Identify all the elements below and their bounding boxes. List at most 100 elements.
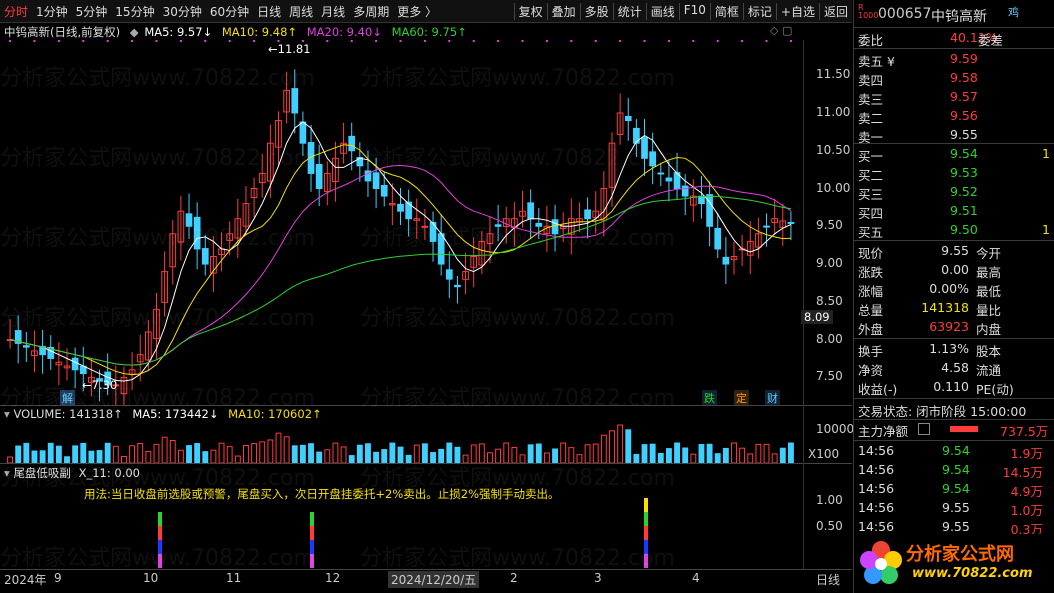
event-mark-finance[interactable]: 财 [765, 390, 780, 406]
stat-row: 净资 4.58 流通 [858, 360, 1051, 378]
buy-row[interactable]: 买四 9.51 [858, 203, 1051, 221]
tool-button-3[interactable]: 统计 [612, 2, 646, 20]
tick-price: 9.54 [942, 443, 970, 458]
volume-bar [72, 445, 79, 463]
signal-dot [716, 40, 719, 42]
volume-bar [299, 444, 306, 463]
volume-bar [682, 447, 689, 463]
buy-row[interactable]: 买五 9.50 1 [858, 222, 1051, 240]
stat-label-right: 股本 [976, 344, 1002, 359]
period-tab-4[interactable]: 30分钟 [159, 3, 206, 20]
signal-dot [423, 40, 426, 42]
period-tab-7[interactable]: 周线 [285, 3, 317, 20]
stock-code: 000657 [878, 6, 932, 22]
order-label: 买三 [858, 187, 884, 202]
period-tab-6[interactable]: 日线 [253, 3, 285, 20]
order-price: 9.54 [950, 146, 978, 161]
tool-button-8[interactable]: +自选 [775, 2, 819, 20]
volume-bar [243, 444, 249, 463]
buy-row[interactable]: 买三 9.52 [858, 184, 1051, 202]
price-tick: 7.50 [816, 369, 843, 384]
candle-body [397, 203, 404, 212]
volume-bar [194, 443, 201, 463]
tool-button-4[interactable]: 画线 [645, 2, 679, 20]
tool-button-6[interactable]: 简框 [709, 2, 743, 20]
signal-dot [82, 40, 85, 42]
stat-row: 外盘 63923 内盘 [858, 319, 1051, 337]
signal-dot [448, 40, 451, 42]
signal-dot [131, 40, 134, 42]
tool-button-5[interactable]: F10 [678, 2, 710, 20]
stat-label-right: 最低 [976, 284, 1002, 299]
volume-bar [787, 442, 794, 463]
candle-body [681, 185, 689, 197]
chart-title: 中钨高新(日线,前复权) [4, 25, 121, 39]
tool-button-7[interactable]: 标记 [742, 2, 776, 20]
volume-bar [438, 448, 445, 463]
event-mark-fixed[interactable]: 定 [734, 390, 749, 406]
ma5-label: MA5: 9.57↓ [144, 25, 213, 39]
candle-body [291, 88, 299, 114]
sell-row[interactable]: 卖四 9.58 [858, 70, 1051, 88]
period-tab-5[interactable]: 60分钟 [206, 3, 253, 20]
tool-button-9[interactable]: 返回 [818, 2, 852, 20]
period-tab-10[interactable]: 更多 〉 [393, 3, 441, 20]
table-icon[interactable] [918, 423, 930, 435]
tick-row: 14:56 9.54 14.5万 [858, 462, 1051, 480]
sell-row[interactable]: 卖二 9.56 [858, 108, 1051, 126]
event-mark-unlock[interactable]: 解 [60, 390, 75, 406]
volume-bar [665, 448, 672, 463]
period-tab-9[interactable]: 多周期 [349, 3, 393, 20]
buy-row[interactable]: 买一 9.54 1 [858, 146, 1051, 164]
period-tab-0[interactable]: 分时 [0, 3, 32, 20]
candle-body [722, 256, 730, 265]
stock-header: R 1000 000657 中钨高新 鸡 [858, 3, 1019, 26]
sell-row[interactable]: 卖五 ¥ 9.59 [858, 51, 1051, 69]
period-tab-3[interactable]: 15分钟 [111, 3, 158, 20]
event-mark-drop[interactable]: 跌 [702, 390, 717, 406]
volume-bar [478, 443, 485, 463]
buy-row[interactable]: 买二 9.53 [858, 165, 1051, 183]
quote-panel: R 1000 000657 中钨高新 鸡 委比 40.11% 委差 卖五 ¥ 9.5… [853, 0, 1054, 593]
period-tabs: 分时 1分钟 5分钟 15分钟 30分钟 60分钟 日线 周线 月线 多周期 更多 〉 [0, 3, 441, 20]
candle-body [787, 221, 795, 224]
signal-dot [326, 40, 329, 42]
volume-bar [324, 449, 331, 463]
indicator-chart[interactable] [0, 478, 803, 568]
volume-bar [96, 450, 103, 463]
price-tick: 10.00 [816, 180, 851, 195]
main-flow-bar [950, 426, 978, 432]
volume-bar [405, 454, 412, 463]
volume-bar [714, 453, 721, 463]
order-price: 9.56 [950, 108, 978, 123]
order-label: 买四 [858, 206, 884, 221]
stat-label: 涨跌 [858, 265, 884, 280]
volume-bar [731, 442, 737, 463]
candle-body [551, 219, 559, 235]
volume-ma10-label: MA10: 170602↑ [228, 407, 322, 421]
collapse-icon[interactable]: ◆ [130, 25, 139, 39]
signal-bar [310, 554, 314, 568]
sell-row[interactable]: 卖三 9.57 [858, 89, 1051, 107]
period-tab-8[interactable]: 月线 [317, 3, 349, 20]
period-tab-2[interactable]: 5分钟 [72, 3, 112, 20]
stat-label-right: PE(动) [976, 382, 1014, 397]
tool-button-0[interactable]: 复权 [513, 2, 547, 20]
tool-button-1[interactable]: 叠加 [546, 2, 580, 20]
collapse-icon[interactable]: ▾ [4, 407, 10, 421]
volume-label: VOLUME: 141318↑ [13, 407, 123, 421]
period-label[interactable]: 日线 [816, 571, 840, 588]
volume-chart[interactable] [0, 420, 803, 463]
main-flow-row[interactable]: 主力净额 737.5万 [858, 421, 1051, 439]
stat-row: 涨幅 0.00% 最低 [858, 281, 1051, 299]
stat-value: 4.58 [941, 360, 969, 375]
stat-label-right: 流通 [976, 363, 1002, 378]
period-tab-1[interactable]: 1分钟 [32, 3, 72, 20]
price-tick: 11.50 [816, 67, 851, 82]
toolbar: 分时 1分钟 5分钟 15分钟 30分钟 60分钟 日线 周线 月线 多周期 更多 〉 复权 叠加 多股… [0, 0, 852, 23]
chart-options-icon[interactable]: ◇ ▢ [770, 24, 792, 37]
candle-body [657, 172, 665, 175]
candlestick-chart[interactable] [0, 40, 852, 405]
volume-bar [511, 446, 518, 463]
tool-button-2[interactable]: 多股 [579, 2, 613, 20]
